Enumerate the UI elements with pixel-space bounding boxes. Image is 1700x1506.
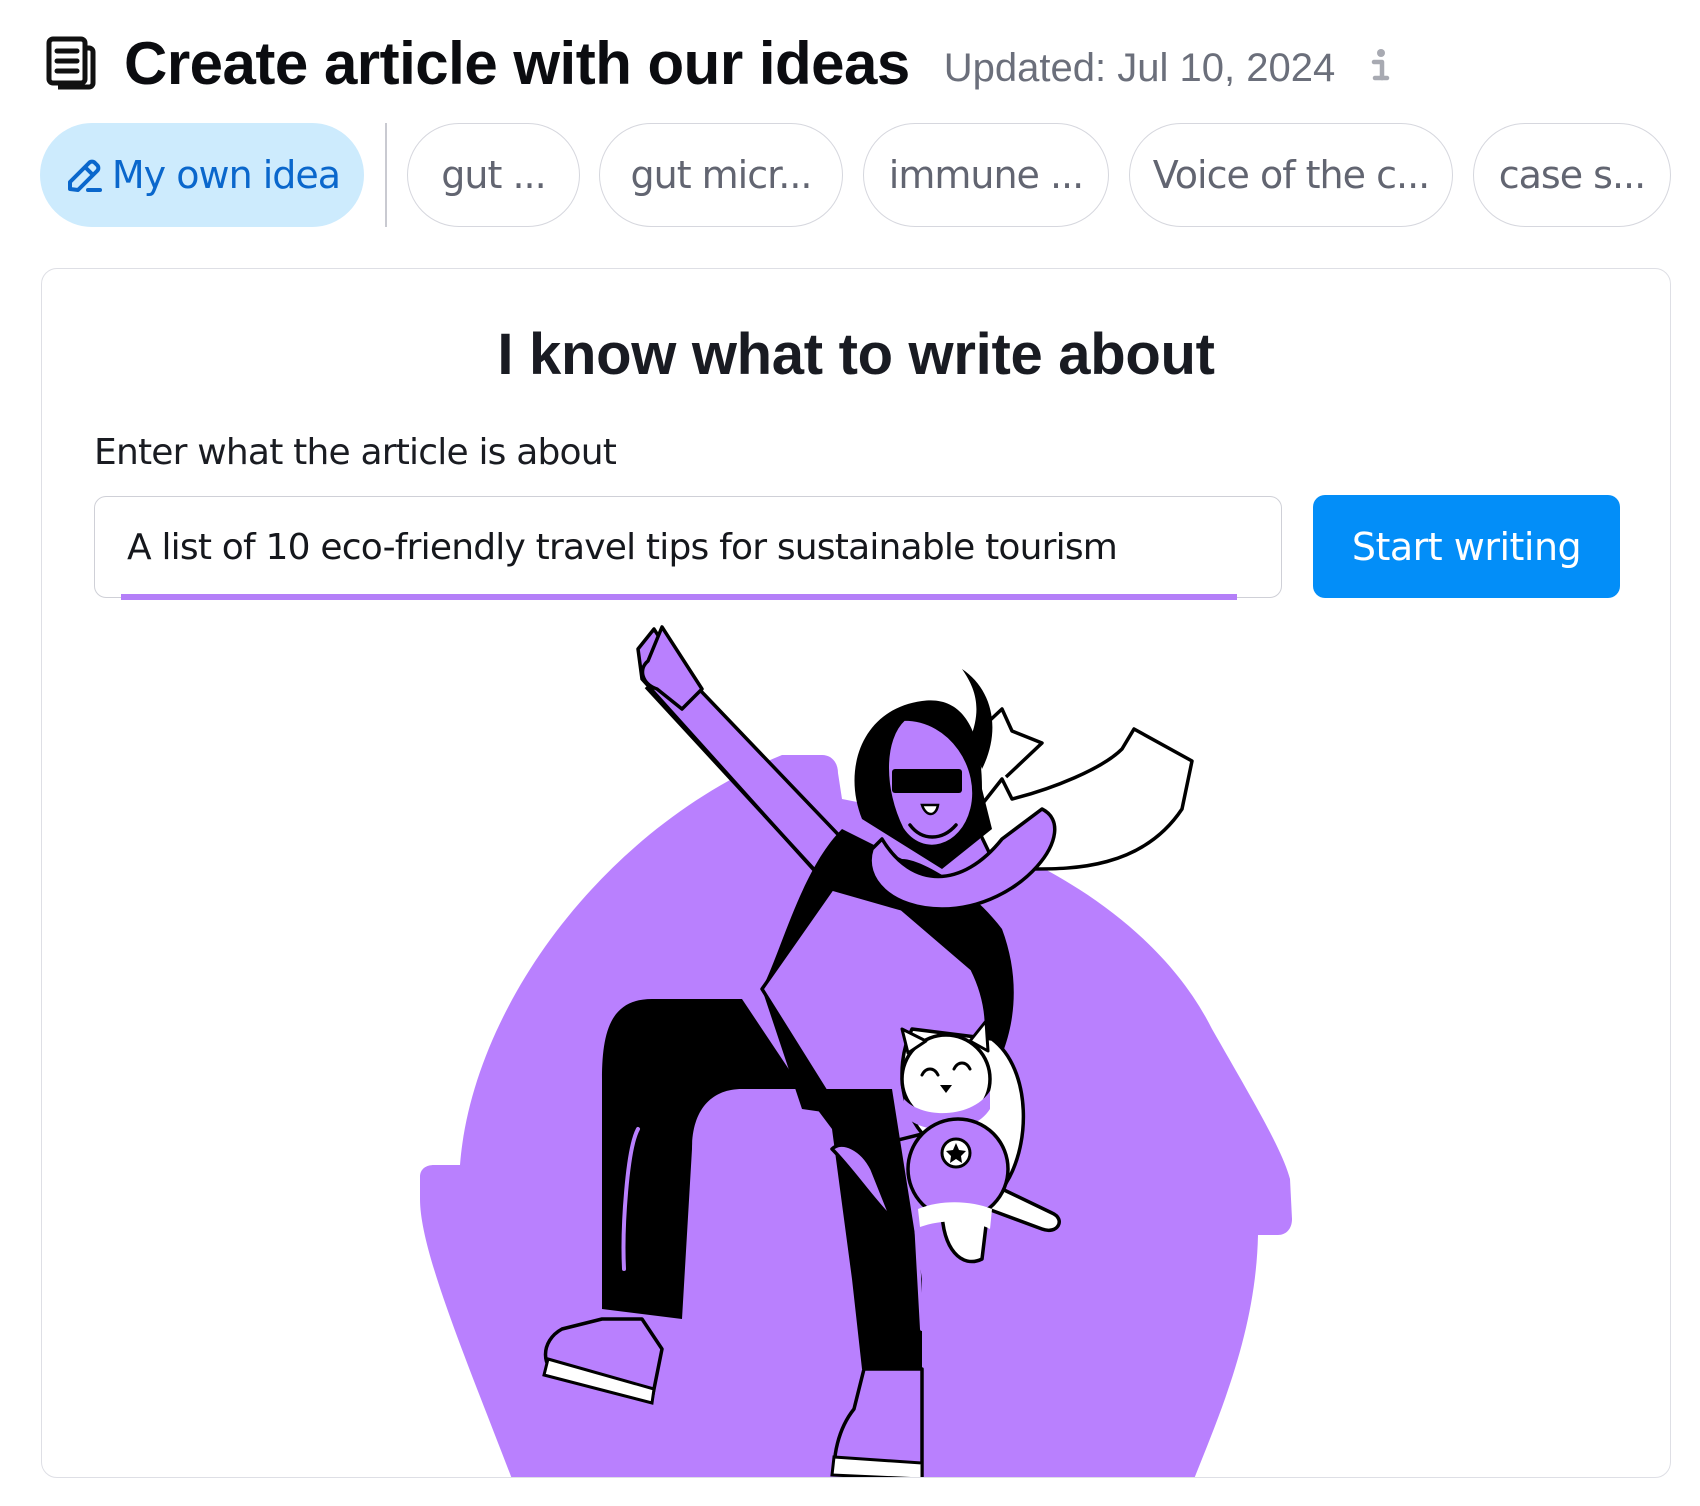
sunglasses — [892, 769, 962, 793]
chip-label: gut ... — [441, 153, 546, 197]
cat-body — [900, 1027, 1061, 1264]
updated-date: Updated: Jul 10, 2024 — [943, 45, 1336, 90]
chip-idea[interactable]: immune ... — [863, 123, 1109, 227]
front-shoe — [833, 1367, 924, 1477]
document-icon — [46, 36, 96, 90]
cat-body-purple — [906, 1117, 1010, 1221]
chip-label: gut micr... — [630, 153, 812, 197]
back-shoe — [543, 1317, 664, 1401]
chip-label: case s... — [1498, 153, 1646, 197]
article-topic-label: Enter what the article is about — [94, 432, 617, 473]
hair — [854, 700, 992, 869]
pointing-hand — [640, 625, 704, 711]
chip-idea[interactable]: gut ... — [407, 123, 580, 227]
chip-idea[interactable]: gut micr... — [599, 123, 843, 227]
chip-my-own-idea[interactable]: My own idea — [40, 123, 364, 227]
article-topic-field — [94, 496, 1282, 600]
pencil-icon — [67, 159, 102, 192]
start-writing-button[interactable]: Start writing — [1313, 495, 1620, 598]
star-badge — [940, 1137, 972, 1169]
chip-label: Voice of the c... — [1152, 153, 1430, 197]
chip-idea[interactable]: case s... — [1473, 123, 1671, 227]
own-idea-card: I know what to write about Enter what th… — [41, 268, 1671, 1478]
input-focus-underline — [121, 594, 1237, 600]
scarf — [868, 807, 1057, 911]
smile — [908, 823, 958, 839]
hand — [830, 1143, 894, 1221]
cat-head — [900, 1033, 992, 1125]
chip-idea[interactable]: Voice of the c... — [1129, 123, 1453, 227]
chip-label: immune ... — [888, 153, 1084, 197]
page-header: Create article with our ideas Updated: J… — [46, 28, 1391, 98]
info-icon[interactable] — [1369, 48, 1391, 84]
chip-label: My own idea — [111, 153, 341, 197]
article-topic-input[interactable] — [95, 497, 1281, 597]
face — [885, 717, 976, 849]
front-leg — [802, 1089, 922, 1369]
purple-blob — [420, 755, 1292, 1477]
raised-arm — [636, 627, 854, 881]
scarf-tail — [970, 727, 1194, 881]
back-leg — [602, 999, 802, 1319]
card-heading: I know what to write about — [497, 322, 1215, 387]
torso — [762, 829, 1014, 1129]
page-title: Create article with our ideas — [124, 29, 910, 97]
chips-divider — [385, 123, 387, 227]
